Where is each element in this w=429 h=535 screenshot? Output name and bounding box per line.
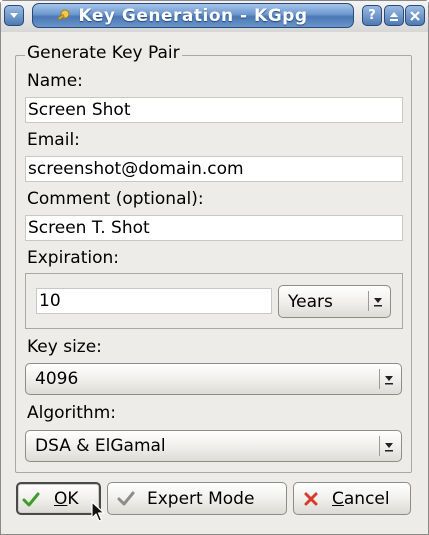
keysize-label: Key size: [27,337,102,357]
algorithm-label: Algorithm: [27,403,116,423]
expert-mode-button[interactable]: Expert Mode [107,482,287,515]
cancel-button[interactable]: Cancel [293,482,411,515]
comment-label: Comment (optional): [27,189,204,209]
window-menu-icon [10,12,18,18]
window-menu-button[interactable] [4,5,24,26]
algorithm-combo[interactable]: DSA & ElGamal [25,430,402,462]
shade-icon [390,11,398,21]
key-generation-dialog: Key Generation - KGpg ? Generate Key Pai… [0,0,429,535]
email-label: Email: [27,130,80,150]
ok-label: OK [54,489,79,509]
cancel-label: Cancel [332,489,390,509]
email-field[interactable]: screenshot@domain.com [25,156,403,182]
ok-button[interactable]: OK [16,482,101,515]
red-x-icon [304,492,318,506]
help-icon: ? [368,8,376,23]
expiration-label: Expiration: [27,248,120,268]
help-button[interactable]: ? [362,5,382,26]
kgpg-key-icon [57,9,70,21]
titlebar: Key Generation - KGpg ? [1,1,428,32]
close-icon [410,10,420,21]
group-title: Generate Key Pair [25,43,182,63]
gray-checkmark-icon [117,491,135,506]
title-pill[interactable]: Key Generation - KGpg [32,3,354,28]
comment-field[interactable]: Screen T. Shot [25,215,403,241]
dropdown-arrow-icon [379,436,397,456]
algorithm-value: DSA & ElGamal [35,436,166,456]
shade-button[interactable] [384,5,404,26]
expiration-value-field[interactable]: 10 [36,288,272,314]
expiration-unit-combo[interactable]: Years [278,285,391,318]
window-title: Key Generation - KGpg [78,5,308,26]
close-button[interactable] [405,5,425,26]
dropdown-arrow-icon [379,369,397,389]
expiration-unit-value: Years [288,291,333,312]
mouse-cursor-icon [91,501,105,522]
name-field[interactable]: Screen Shot [25,97,403,123]
keysize-value: 4096 [35,369,79,389]
dropdown-arrow-icon [368,291,386,311]
checkmark-icon [22,492,40,507]
name-label: Name: [27,71,83,91]
keysize-combo[interactable]: 4096 [25,363,402,395]
expert-mode-label: Expert Mode [147,489,255,509]
